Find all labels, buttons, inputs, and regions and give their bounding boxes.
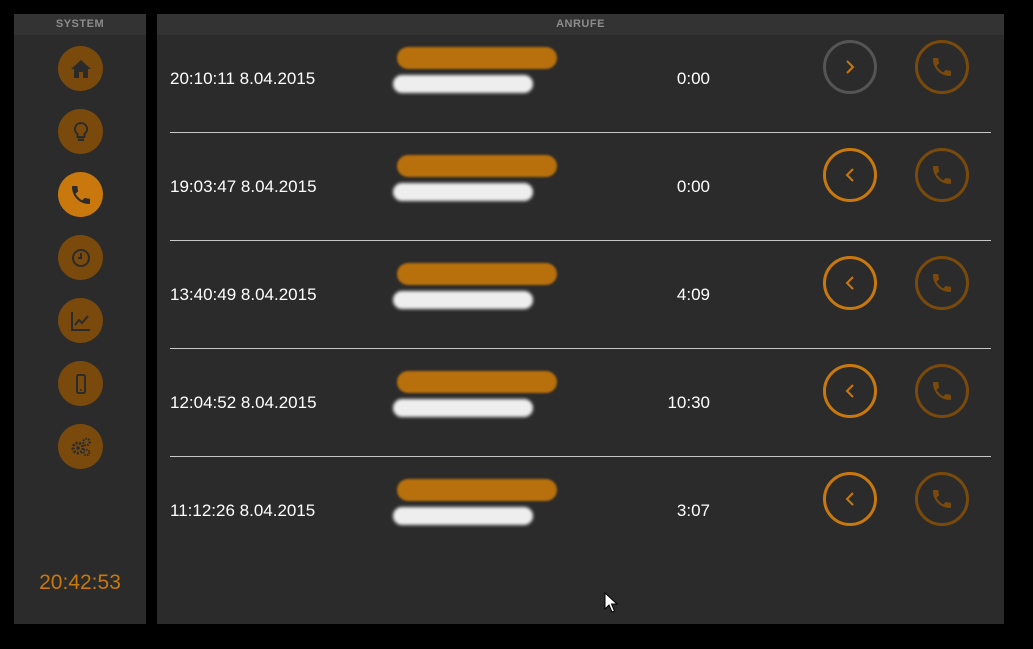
call-datetime: 11:12:26 8.04.2015 [170, 501, 316, 520]
call-direction-button[interactable] [823, 148, 877, 202]
call-direction-button[interactable] [823, 256, 877, 310]
nav-settings-button[interactable] [58, 424, 103, 469]
gears-icon [71, 437, 91, 456]
lightbulb-icon [73, 121, 88, 141]
call-datetime: 20:10:11 8.04.2015 [170, 69, 316, 88]
chevron-left-icon [845, 168, 854, 182]
call-back-button[interactable] [915, 148, 969, 202]
chevron-left-icon [845, 492, 854, 506]
call-row: 13:40:49 8.04.2015 4:09 [170, 241, 991, 349]
chevron-left-icon [845, 384, 854, 398]
redacted-caller-detail [393, 291, 533, 309]
redacted-caller-detail [393, 75, 533, 93]
phone-icon [933, 490, 951, 508]
nav-home-button[interactable] [58, 46, 103, 91]
call-duration: 0:00 [676, 69, 710, 88]
call-back-button[interactable] [915, 40, 969, 94]
chart-icon [70, 311, 90, 331]
call-row: 12:04:52 8.04.2015 10:30 [170, 349, 991, 457]
call-datetime: 13:40:49 8.04.2015 [170, 285, 317, 304]
chevron-left-icon [845, 276, 854, 290]
home-icon [70, 59, 91, 78]
redacted-caller-name [397, 479, 557, 501]
call-duration: 3:07 [676, 501, 710, 520]
call-direction-button[interactable] [823, 472, 877, 526]
mouse-cursor-icon [604, 592, 618, 613]
chevron-right-icon [846, 60, 855, 74]
phone-icon [933, 166, 951, 184]
call-direction-button[interactable] [823, 364, 877, 418]
call-back-button[interactable] [915, 256, 969, 310]
call-datetime: 12:04:52 8.04.2015 [170, 393, 317, 412]
phone-icon [933, 58, 951, 76]
calls-panel: ANRUFE 20:10:11 8.04.2015 0:00 19:03:47 … [157, 14, 1004, 624]
phone-icon [71, 185, 90, 204]
clock-icon [71, 248, 90, 267]
call-duration: 10:30 [667, 393, 710, 412]
redacted-caller-detail [393, 507, 533, 525]
redacted-caller-name [397, 47, 557, 69]
call-back-button[interactable] [915, 364, 969, 418]
call-back-button[interactable] [915, 472, 969, 526]
call-row: 19:03:47 8.04.2015 0:00 [170, 133, 991, 241]
phone-icon [933, 274, 951, 292]
redacted-caller-detail [393, 399, 533, 417]
phone-icon [933, 382, 951, 400]
redacted-caller-detail [393, 183, 533, 201]
call-row: 11:12:26 8.04.2015 3:07 [170, 457, 991, 565]
mobile-icon [75, 373, 86, 394]
call-duration: 4:09 [676, 285, 710, 304]
nav-lights-button[interactable] [58, 109, 103, 154]
redacted-caller-name [397, 155, 557, 177]
nav-mobile-button[interactable] [58, 361, 103, 406]
call-duration: 0:00 [676, 177, 710, 196]
redacted-caller-name [397, 263, 557, 285]
call-datetime: 19:03:47 8.04.2015 [170, 177, 317, 196]
clock: 20:42:53 [39, 571, 121, 594]
nav-calls-button[interactable] [58, 172, 103, 217]
nav-timer-button[interactable] [58, 235, 103, 280]
sidebar-title: SYSTEM [14, 14, 146, 35]
call-row: 20:10:11 8.04.2015 0:00 [170, 25, 991, 133]
redacted-caller-name [397, 371, 557, 393]
sidebar: SYSTEM 20:42:53 [14, 14, 146, 624]
nav-statistics-button[interactable] [58, 298, 103, 343]
call-direction-button[interactable] [823, 40, 877, 94]
